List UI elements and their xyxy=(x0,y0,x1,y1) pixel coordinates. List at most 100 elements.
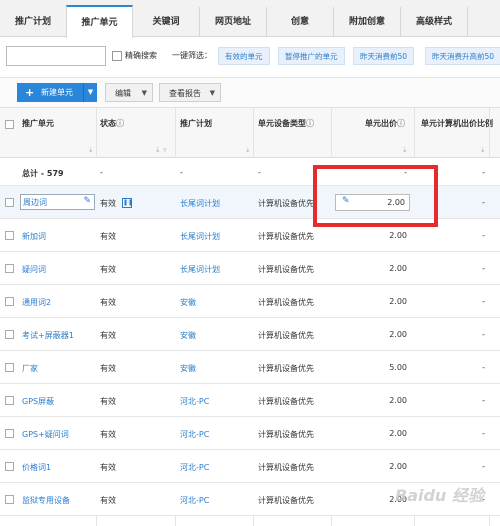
row-checkbox[interactable] xyxy=(5,396,14,405)
unit-status: 有效 xyxy=(100,397,116,406)
unit-plan[interactable]: 安徽 xyxy=(180,297,196,308)
unit-device-type: 计算机设备优先 xyxy=(258,199,314,208)
unit-status: 有效 xyxy=(100,331,116,340)
row-checkbox[interactable] xyxy=(5,198,14,207)
unit-bid[interactable]: 2.00 xyxy=(360,231,407,240)
sort-icon[interactable]: ⇣ xyxy=(402,146,408,154)
unit-bid[interactable]: 5.00 xyxy=(360,363,407,372)
total-label: 总计 - 579 xyxy=(22,169,64,178)
unit-bid[interactable]: 2.00 xyxy=(360,462,407,471)
column-header-pc-bid-ratio[interactable]: 单元计算机出价比例 xyxy=(418,118,496,129)
unit-name[interactable]: GPS+疑问词 xyxy=(22,429,69,440)
tab-extra-creatives[interactable]: 附加创意 xyxy=(334,7,401,37)
edit-button[interactable]: 编辑 ▼ xyxy=(105,83,153,102)
row-checkbox[interactable] xyxy=(5,297,14,306)
table-row[interactable]: 通用词2 有效 2.00 安徽 计算机设备优先 - xyxy=(0,285,500,318)
row-checkbox[interactable] xyxy=(5,231,14,240)
table-row[interactable]: 考试+屏蔽器1 有效 2.00 安徽 计算机设备优先 - xyxy=(0,318,500,351)
unit-device-type: 计算机设备优先 xyxy=(258,331,314,340)
filter-bar: 精确搜索 一键筛选： 有效的单元 暂停推广的单元 昨天消费前50 昨天消费升高前… xyxy=(0,38,500,78)
select-all-checkbox[interactable] xyxy=(5,120,14,129)
sort-filter-icon[interactable]: ⇣ ▿ xyxy=(155,146,167,154)
unit-name[interactable]: 新加词 xyxy=(22,231,46,242)
quick-filter-active-units[interactable]: 有效的单元 xyxy=(218,47,270,65)
help-icon[interactable]: ⓘ xyxy=(116,119,124,128)
unit-bid[interactable]: 2.00 xyxy=(360,429,407,438)
column-header-unit[interactable]: 推广单元 xyxy=(22,118,54,129)
row-checkbox[interactable] xyxy=(5,330,14,339)
tab-units[interactable]: 推广单元 xyxy=(66,5,133,38)
total-plan: - xyxy=(180,168,183,177)
unit-name-editor[interactable]: 周边词 ✎ xyxy=(20,194,95,210)
tab-plans[interactable]: 推广计划 xyxy=(0,7,67,37)
quick-filter-top50-increase[interactable]: 昨天消费升高前50 xyxy=(425,47,500,65)
help-icon[interactable]: ⓘ xyxy=(397,119,405,128)
chevron-down-icon: ▼ xyxy=(209,89,215,97)
unit-plan[interactable]: 河北-PC xyxy=(180,396,209,407)
unit-plan[interactable]: 长尾词计划 xyxy=(180,264,220,275)
tab-keywords[interactable]: 关键词 xyxy=(133,7,200,37)
unit-bid[interactable]: 2.00 xyxy=(360,264,407,273)
unit-plan[interactable]: 长尾词计划 xyxy=(180,198,220,209)
exact-search-checkbox[interactable] xyxy=(112,51,122,61)
unit-name[interactable]: 厂家 xyxy=(22,363,38,374)
table-row[interactable]: 疑问词 有效 2.00 长尾词计划 计算机设备优先 - xyxy=(0,252,500,285)
quick-filter-top50-spend[interactable]: 昨天消费前50 xyxy=(353,47,415,65)
sort-icon[interactable]: ⇣ xyxy=(88,146,94,154)
row-checkbox[interactable] xyxy=(5,495,14,504)
unit-device-type: 计算机设备优先 xyxy=(258,430,314,439)
unit-plan[interactable]: 河北-PC xyxy=(180,495,209,506)
unit-name[interactable]: 考试+屏蔽器1 xyxy=(22,330,74,341)
row-checkbox[interactable] xyxy=(5,462,14,471)
unit-name[interactable]: 监狱专用设备 xyxy=(22,495,70,506)
table-row[interactable]: 价格词1 有效 2.00 河北-PC 计算机设备优先 - xyxy=(0,450,500,483)
unit-bid[interactable]: 2.00 xyxy=(360,330,407,339)
exact-search-label: 精确搜索 xyxy=(125,51,157,60)
sort-icon[interactable]: ⇣ xyxy=(245,146,251,154)
column-header-plan[interactable]: 推广计划 xyxy=(180,118,212,129)
unit-name[interactable]: 价格词1 xyxy=(22,462,51,473)
tab-urls[interactable]: 网页地址 xyxy=(200,7,267,37)
tab-advanced-styles[interactable]: 高级样式 xyxy=(401,7,468,37)
row-checkbox[interactable] xyxy=(5,363,14,372)
new-unit-button[interactable]: + 新建单元 ▼ xyxy=(17,83,97,102)
unit-status: 有效 xyxy=(100,199,116,208)
table-row[interactable]: GPS+疑问词 有效 2.00 河北-PC 计算机设备优先 - xyxy=(0,417,500,450)
pencil-icon[interactable]: ✎ xyxy=(83,196,91,206)
total-device: - xyxy=(258,168,261,177)
unit-status: 有效 xyxy=(100,463,116,472)
unit-plan[interactable]: 河北-PC xyxy=(180,429,209,440)
table-header: 推广单元 ⇣ 状态ⓘ ⇣ ▿ 推广计划 ⇣ 单元设备类型ⓘ 单元出价ⓘ ⇣ 单元… xyxy=(0,108,500,158)
chevron-down-icon[interactable]: ▼ xyxy=(83,83,97,102)
sort-icon[interactable]: ⇣ xyxy=(480,146,486,154)
tab-creatives[interactable]: 创意 xyxy=(267,7,334,37)
unit-name[interactable]: 疑问词 xyxy=(22,264,46,275)
unit-plan[interactable]: 安徽 xyxy=(180,363,196,374)
table-row[interactable]: 厂家 有效 5.00 安徽 计算机设备优先 - xyxy=(0,351,500,384)
unit-status: 有效 xyxy=(100,364,116,373)
pause-icon[interactable]: ❚❚ xyxy=(122,198,133,208)
help-icon[interactable]: ⓘ xyxy=(306,119,314,128)
row-checkbox[interactable] xyxy=(5,429,14,438)
unit-name[interactable]: 周边词 xyxy=(23,197,47,208)
unit-status: 有效 xyxy=(100,298,116,307)
highlight-annotation xyxy=(313,165,438,227)
unit-plan[interactable]: 河北-PC xyxy=(180,462,209,473)
unit-bid[interactable]: 2.00 xyxy=(360,396,407,405)
unit-pc-bid-ratio: - xyxy=(482,231,485,240)
column-header-bid[interactable]: 单元出价ⓘ xyxy=(365,118,405,129)
unit-bid[interactable]: 2.00 xyxy=(360,297,407,306)
unit-name[interactable]: GPS屏蔽 xyxy=(22,396,54,407)
unit-name[interactable]: 通用词2 xyxy=(22,297,51,308)
plus-icon: + xyxy=(25,86,35,99)
tab-bar: 推广计划 推广单元 关键词 网页地址 创意 附加创意 高级样式 xyxy=(0,0,500,38)
unit-plan[interactable]: 长尾词计划 xyxy=(180,231,220,242)
view-report-button[interactable]: 查看报告 ▼ xyxy=(159,83,221,102)
row-checkbox[interactable] xyxy=(5,264,14,273)
search-input[interactable] xyxy=(6,46,106,66)
column-header-device-type[interactable]: 单元设备类型ⓘ xyxy=(258,118,314,129)
column-header-status[interactable]: 状态ⓘ xyxy=(100,118,124,129)
table-row[interactable]: GPS屏蔽 有效 2.00 河北-PC 计算机设备优先 - xyxy=(0,384,500,417)
unit-plan[interactable]: 安徽 xyxy=(180,330,196,341)
quick-filter-paused-units[interactable]: 暂停推广的单元 xyxy=(278,47,345,65)
